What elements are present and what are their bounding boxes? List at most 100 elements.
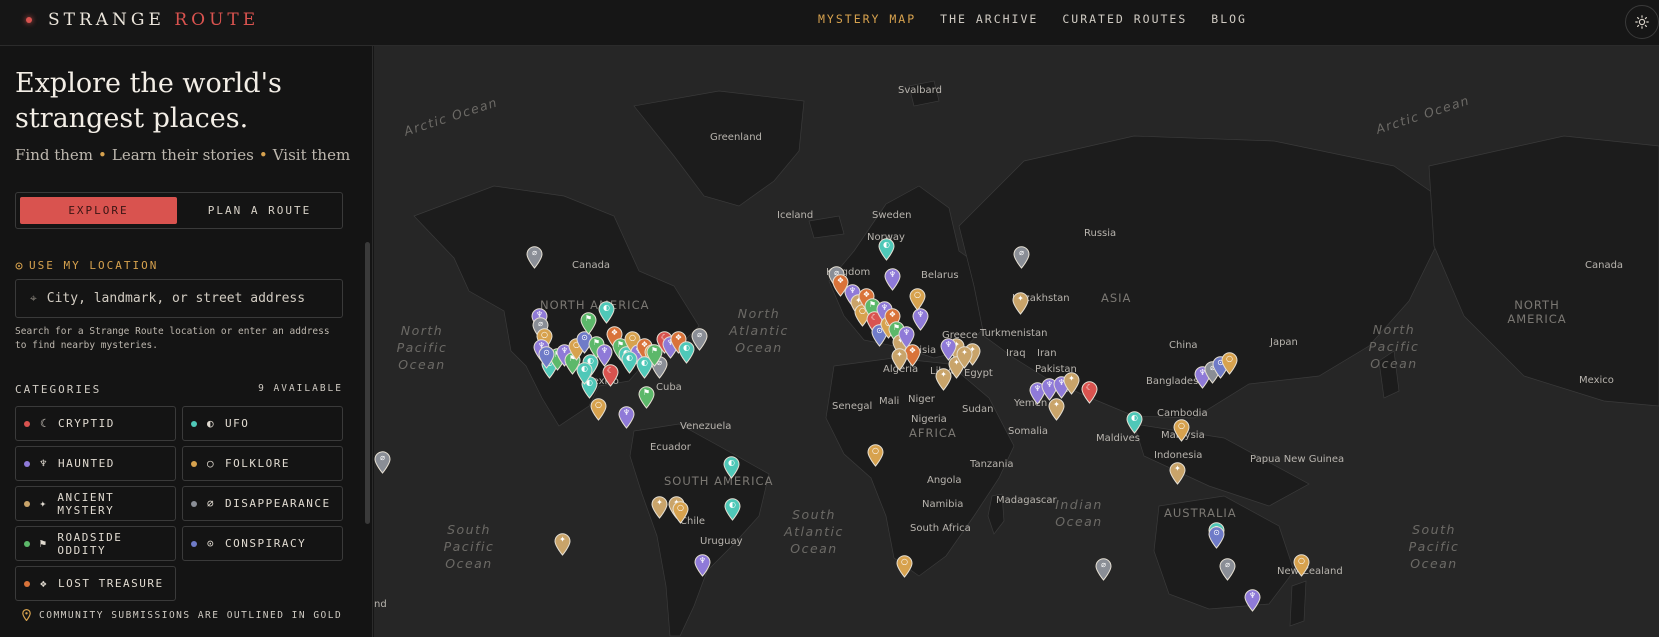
map-pin-ancient-mystery[interactable]: ✦: [1012, 292, 1029, 315]
category-folklore[interactable]: ○ FOLKLORE: [182, 446, 343, 481]
logo[interactable]: STRANGE ROUTE: [26, 10, 259, 30]
category-color-dot: [24, 500, 30, 507]
map-pin-ufo[interactable]: ◐: [576, 362, 593, 385]
map-pin-folklore[interactable]: ○: [1293, 554, 1310, 577]
ocean-label: North Pacific Ocean: [396, 323, 448, 372]
tagline-part-1: Find them: [15, 146, 94, 164]
map-pin-conspiracy[interactable]: ⊙: [1208, 526, 1225, 549]
map-pin-ufo[interactable]: ◐: [724, 498, 741, 521]
map-label-egypt: Egypt: [964, 368, 993, 379]
category-color-dot: [24, 420, 30, 427]
category-label: ANCIENT MYSTERY: [57, 490, 115, 517]
candle-icon: ♆: [39, 457, 49, 470]
map-pin-folklore[interactable]: ○: [1221, 352, 1238, 375]
map-pin-disappearance[interactable]: ⌀: [1095, 558, 1112, 581]
map-pin-haunted[interactable]: ♆: [694, 554, 711, 577]
map-pin-ufo[interactable]: ◐: [723, 456, 740, 479]
category-color-dot: [191, 420, 197, 427]
continent-label: ASIA: [1101, 291, 1132, 305]
map-pin-ancient-mystery[interactable]: ✦: [1048, 398, 1065, 421]
map-pin-ancient-mystery[interactable]: ✦: [554, 533, 571, 556]
map-pin-haunted[interactable]: ♆: [940, 338, 957, 361]
map-label-cuba: Cuba: [656, 382, 682, 393]
map-label-venezuela: Venezuela: [680, 421, 732, 432]
map-pin-ancient-mystery[interactable]: ✦: [956, 346, 973, 369]
map-pin-cryptid[interactable]: ☾: [1081, 381, 1098, 404]
map-pin-folklore[interactable]: ○: [1173, 419, 1190, 442]
community-note-text: COMMUNITY SUBMISSIONS ARE OUTLINED IN GO…: [39, 609, 343, 621]
map-pin-ancient-mystery[interactable]: ✦: [891, 348, 908, 371]
map-pin-disappearance[interactable]: ⌀: [374, 451, 391, 474]
nav-the-archive[interactable]: THE ARCHIVE: [940, 12, 1038, 26]
ocean-label: South Pacific Ocean: [443, 522, 495, 571]
map-pin-cryptid[interactable]: ☾: [602, 364, 619, 387]
star-icon: ✦: [39, 497, 48, 510]
half-circle-icon: ◐: [206, 417, 216, 430]
landmass-south-america: [629, 423, 770, 637]
map-pin-roadside-oddity[interactable]: ⚑: [580, 312, 597, 335]
map-pin-haunted[interactable]: ♆: [618, 406, 635, 429]
map-pin-folklore[interactable]: ○: [909, 288, 926, 311]
logo-word-route: ROUTE: [174, 10, 260, 30]
map-pin-haunted[interactable]: ♆: [884, 268, 901, 291]
category-disappearance[interactable]: ⌀ DISAPPEARANCE: [182, 486, 343, 521]
map-label-tanzania: Tanzania: [970, 459, 1014, 470]
categories-header: CATEGORIES 9 AVAILABLE: [15, 383, 343, 396]
mystery-map[interactable]: Svalbard Greenland Iceland Sweden Norway Russ…: [374, 46, 1659, 637]
map-pin-ufo[interactable]: ◐: [1126, 411, 1143, 434]
map-pin-ufo[interactable]: ◐: [878, 238, 895, 261]
continent-label: AFRICA: [909, 426, 957, 440]
category-label: CONSPIRACY: [225, 537, 307, 550]
map-pin-ancient-mystery[interactable]: ✦: [651, 496, 668, 519]
map-pin-folklore[interactable]: ○: [672, 501, 689, 524]
map-label-canada: Canada: [1585, 260, 1624, 271]
map-pin-haunted[interactable]: ♆: [1244, 589, 1261, 612]
map-label-partial: nd: [374, 599, 387, 610]
category-conspiracy[interactable]: ⊙ CONSPIRACY: [182, 526, 343, 561]
map-pin-disappearance[interactable]: ⌀: [1219, 558, 1236, 581]
landmass-new-zealand: [1289, 580, 1307, 627]
map-pin-ufo[interactable]: ◐: [598, 301, 615, 324]
category-color-dot: [24, 460, 30, 467]
nav-curated-routes[interactable]: CURATED ROUTES: [1062, 12, 1187, 26]
logo-dot-icon: [26, 17, 32, 23]
search-field[interactable]: ⌖: [15, 279, 343, 318]
map-label-iceland: Iceland: [777, 210, 814, 221]
nav-mystery-map[interactable]: MYSTERY MAP: [818, 12, 916, 26]
use-my-location-link[interactable]: USE MY LOCATION: [15, 259, 158, 272]
map-pin-ancient-mystery[interactable]: ✦: [1169, 462, 1186, 485]
map-pin-disappearance[interactable]: ⌀: [526, 246, 543, 269]
map-pin-conspiracy[interactable]: ⊙: [538, 346, 555, 369]
moon-icon: ☾: [39, 417, 49, 430]
nav-blog[interactable]: BLOG: [1211, 12, 1247, 26]
theme-toggle-button[interactable]: [1625, 5, 1659, 39]
explore-button[interactable]: EXPLORE: [20, 197, 177, 224]
map-pin-roadside-oddity[interactable]: ⚑: [646, 344, 663, 367]
category-lost-treasure[interactable]: ❖ LOST TREASURE: [15, 566, 176, 601]
map-pin-haunted[interactable]: ♆: [912, 308, 929, 331]
category-roadside-oddity[interactable]: ⚑ ROADSIDE ODDITY: [15, 526, 176, 561]
category-ufo[interactable]: ◐ UFO: [182, 406, 343, 441]
ocean-label: South Pacific Ocean: [1408, 522, 1460, 571]
map-pin-ancient-mystery[interactable]: ✦: [1063, 372, 1080, 395]
flag-icon: ⚑: [39, 537, 48, 550]
map-pin-roadside-oddity[interactable]: ⚑: [638, 386, 655, 409]
category-cryptid[interactable]: ☾ CRYPTID: [15, 406, 176, 441]
map-pin-disappearance[interactable]: ⌀: [691, 328, 708, 351]
gem-icon: ❖: [39, 577, 49, 590]
map-label-indonesia: Indonesia: [1154, 450, 1203, 461]
main-nav: MYSTERY MAP THE ARCHIVE CURATED ROUTES B…: [818, 12, 1247, 26]
map-pin-folklore[interactable]: ○: [867, 444, 884, 467]
map-pin-folklore[interactable]: ○: [896, 555, 913, 578]
category-haunted[interactable]: ♆ HAUNTED: [15, 446, 176, 481]
sidebar-scrollbar[interactable]: [365, 242, 370, 524]
category-ancient-mystery[interactable]: ✦ ANCIENT MYSTERY: [15, 486, 176, 521]
search-input[interactable]: [46, 291, 327, 306]
circle-icon: ○: [206, 457, 216, 470]
crosshair-icon: ⌖: [30, 291, 37, 305]
map-pin-disappearance[interactable]: ⌀: [1013, 246, 1030, 269]
plan-route-button[interactable]: PLAN A ROUTE: [181, 197, 338, 224]
map-pin-folklore[interactable]: ○: [590, 398, 607, 421]
map-label-turkmenistan: Turkmenistan: [980, 328, 1048, 339]
map-label-angola: Angola: [927, 475, 962, 486]
